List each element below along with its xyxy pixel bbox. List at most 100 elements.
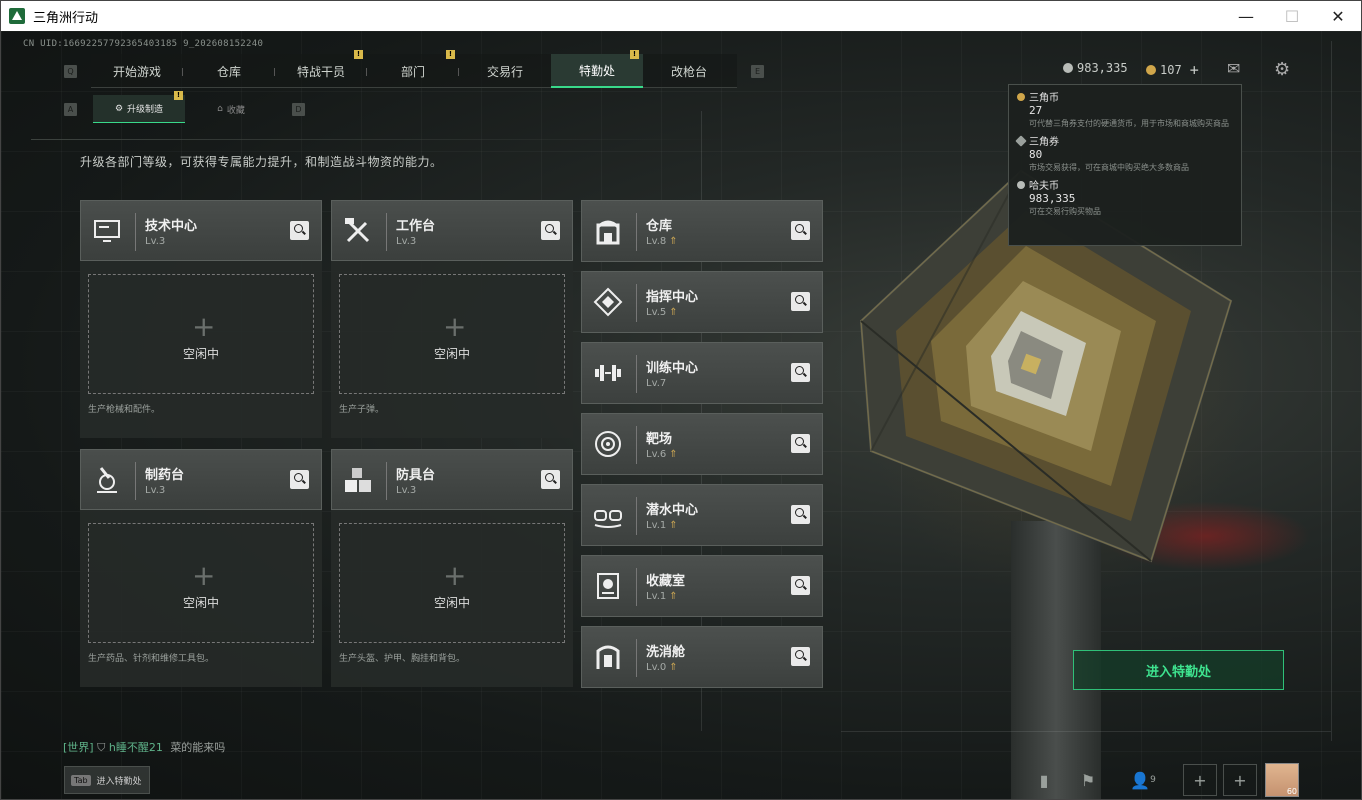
tooltip-currency-desc: 可代替三角券支付的硬通货币，用于市场和商城购买商品 bbox=[1029, 119, 1229, 128]
search-icon[interactable] bbox=[791, 505, 810, 524]
dept-name: 靶场 bbox=[646, 432, 673, 447]
subtab-upgrade-craft[interactable]: ⚙ 升级制造 ! bbox=[93, 91, 185, 123]
chat-line[interactable]: [世界] ⛉ h睡不醒21 菜的能来吗 bbox=[63, 739, 225, 755]
enter-special-ops-button[interactable]: 进入特勤处 bbox=[1073, 650, 1284, 690]
search-icon[interactable] bbox=[791, 647, 810, 666]
mail-icon[interactable]: ✉ bbox=[1227, 59, 1240, 78]
dept-description: 生产枪械和配件。 bbox=[88, 405, 161, 415]
dept-description: 生产头盔、护甲、胸挂和背包。 bbox=[339, 654, 466, 664]
tooltip-currency-name: 三角币 bbox=[1029, 93, 1059, 104]
tooltip-currency-name: 三角券 bbox=[1029, 137, 1059, 148]
stats-chart-icon[interactable]: ▮ bbox=[1027, 764, 1061, 796]
tab-label: 部门 bbox=[400, 64, 425, 79]
tooltip-currency-value: 27 bbox=[1029, 104, 1043, 117]
dept-card-shooting-range[interactable]: 靶场 Lv.6 ⇑ bbox=[581, 413, 823, 475]
dept-header[interactable]: 防具台 Lv.3 bbox=[331, 449, 573, 510]
search-icon[interactable] bbox=[290, 221, 309, 240]
production-slot[interactable]: + 空闲中 bbox=[88, 523, 314, 643]
dept-level-row: Lv.0 ⇑ bbox=[646, 662, 678, 673]
tooltip-currency-desc: 可在交易行购买物品 bbox=[1029, 207, 1101, 216]
dept-level: Lv.0 bbox=[646, 662, 667, 673]
tab-key-icon: Tab bbox=[71, 774, 91, 786]
search-icon[interactable] bbox=[791, 434, 810, 453]
dept-card-workbench[interactable]: 工作台 Lv.3 + 空闲中 生产子弹。 bbox=[331, 200, 573, 438]
dept-level: Lv.7 bbox=[646, 378, 667, 389]
divider bbox=[386, 462, 387, 500]
delta-ticket-icon bbox=[1015, 134, 1027, 147]
tab-3[interactable]: 部门! bbox=[367, 50, 459, 88]
close-button[interactable]: ✕ bbox=[1315, 1, 1361, 31]
dept-card-pharmacy[interactable]: 制药台 Lv.3 + 空闲中 生产药品、针剂和维修工具包。 bbox=[80, 449, 322, 687]
dept-card-armor-bench[interactable]: 防具台 Lv.3 + 空闲中 生产头盔、护甲、胸挂和背包。 bbox=[331, 449, 573, 687]
add-friend-slot-icon[interactable]: + bbox=[1183, 764, 1217, 796]
tab-1[interactable]: 仓库 bbox=[183, 54, 275, 88]
haf-coin-icon bbox=[1017, 180, 1025, 189]
chat-channel: [世界] bbox=[63, 741, 94, 754]
search-icon[interactable] bbox=[541, 470, 560, 489]
workbench-icon bbox=[345, 218, 370, 243]
divider bbox=[636, 639, 637, 677]
tab-5[interactable]: 特勤处! bbox=[551, 50, 643, 88]
settings-gear-icon[interactable]: ⚙ bbox=[1274, 59, 1290, 80]
dept-level-row: Lv.7 bbox=[646, 378, 666, 389]
tab-0[interactable]: 开始游戏 bbox=[91, 54, 183, 88]
dept-name: 指挥中心 bbox=[646, 290, 699, 305]
minimize-button[interactable]: — bbox=[1223, 1, 1269, 31]
haf-coin-balance[interactable]: 983,335 bbox=[1063, 61, 1128, 75]
add-plus-icon: + bbox=[443, 310, 467, 343]
dept-level: Lv.3 bbox=[145, 485, 166, 496]
diving-center-icon bbox=[594, 510, 622, 528]
dept-level-row: Lv.8 ⇑ bbox=[646, 236, 678, 247]
divider bbox=[386, 213, 387, 251]
player-avatar[interactable]: 60 bbox=[1265, 763, 1299, 797]
dept-card-warehouse[interactable]: 仓库 Lv.8 ⇑ bbox=[581, 200, 823, 262]
subtab-collection[interactable]: ⌂ 收藏 bbox=[185, 95, 277, 123]
collection-icon: ⌂ bbox=[217, 104, 223, 114]
search-icon[interactable] bbox=[541, 221, 560, 240]
notification-badge: ! bbox=[446, 50, 455, 59]
add-currency-button[interactable]: + bbox=[1190, 61, 1199, 79]
search-icon[interactable] bbox=[791, 292, 810, 311]
tab-shortcut-hint[interactable]: Tab 进入特勤处 bbox=[64, 766, 150, 794]
search-icon[interactable] bbox=[791, 576, 810, 595]
dept-card-command-center[interactable]: 指挥中心 Lv.5 ⇑ bbox=[581, 271, 823, 333]
dept-header[interactable]: 技术中心 Lv.3 bbox=[80, 200, 322, 261]
dept-name: 工作台 bbox=[396, 219, 436, 234]
dept-level: Lv.5 bbox=[646, 307, 667, 318]
add-friend-slot-icon[interactable]: + bbox=[1223, 764, 1257, 796]
warehouse-icon bbox=[596, 220, 620, 245]
page-description: 升级各部门等级，可获得专属能力提升，和制造战斗物资的能力。 bbox=[80, 155, 443, 169]
production-slot[interactable]: + 空闲中 bbox=[88, 274, 314, 394]
dept-card-tech-center[interactable]: 技术中心 Lv.3 + 空闲中 生产枪械和配件。 bbox=[80, 200, 322, 438]
tab-label: 交易行 bbox=[486, 64, 523, 79]
production-slot[interactable]: + 空闲中 bbox=[339, 274, 565, 394]
search-icon[interactable] bbox=[791, 221, 810, 240]
tab-2[interactable]: 特战干员! bbox=[275, 50, 367, 88]
window-title: 三角洲行动 bbox=[33, 10, 99, 26]
tab-4[interactable]: 交易行 bbox=[459, 54, 551, 88]
dept-card-decon-chamber[interactable]: 洗消舱 Lv.0 ⇑ bbox=[581, 626, 823, 688]
dept-level: Lv.1 bbox=[646, 520, 667, 531]
tab-6[interactable]: 改枪台 bbox=[643, 54, 735, 88]
flag-icon[interactable]: ⚑ bbox=[1071, 764, 1105, 796]
dept-card-collection-room[interactable]: 收藏室 Lv.1 ⇑ bbox=[581, 555, 823, 617]
production-slot[interactable]: + 空闲中 bbox=[339, 523, 565, 643]
dept-level-row: Lv.1 ⇑ bbox=[646, 520, 678, 531]
dept-card-training-center[interactable]: 训练中心 Lv.7 bbox=[581, 342, 823, 404]
tab-hint-label: 进入特勤处 bbox=[96, 776, 142, 787]
dept-name: 洗消舱 bbox=[646, 645, 686, 660]
search-icon[interactable] bbox=[791, 363, 810, 382]
dept-level-row: Lv.1 ⇑ bbox=[646, 591, 678, 602]
delta-coin-balance[interactable]: 107 + bbox=[1146, 61, 1199, 79]
nav-left-key-hint: Q bbox=[64, 65, 77, 78]
dept-header[interactable]: 制药台 Lv.3 bbox=[80, 449, 322, 510]
dept-card-diving-center[interactable]: 潜水中心 Lv.1 ⇑ bbox=[581, 484, 823, 546]
dept-level: Lv.3 bbox=[396, 236, 417, 247]
dept-header[interactable]: 工作台 Lv.3 bbox=[331, 200, 573, 261]
chat-sender: h睡不醒21 bbox=[108, 741, 163, 754]
divider bbox=[135, 213, 136, 251]
app-logo-icon bbox=[9, 8, 25, 24]
friends-icon[interactable]: 👤 9 bbox=[1123, 764, 1163, 796]
search-icon[interactable] bbox=[290, 470, 309, 489]
maximize-button[interactable]: ☐ bbox=[1269, 1, 1315, 31]
